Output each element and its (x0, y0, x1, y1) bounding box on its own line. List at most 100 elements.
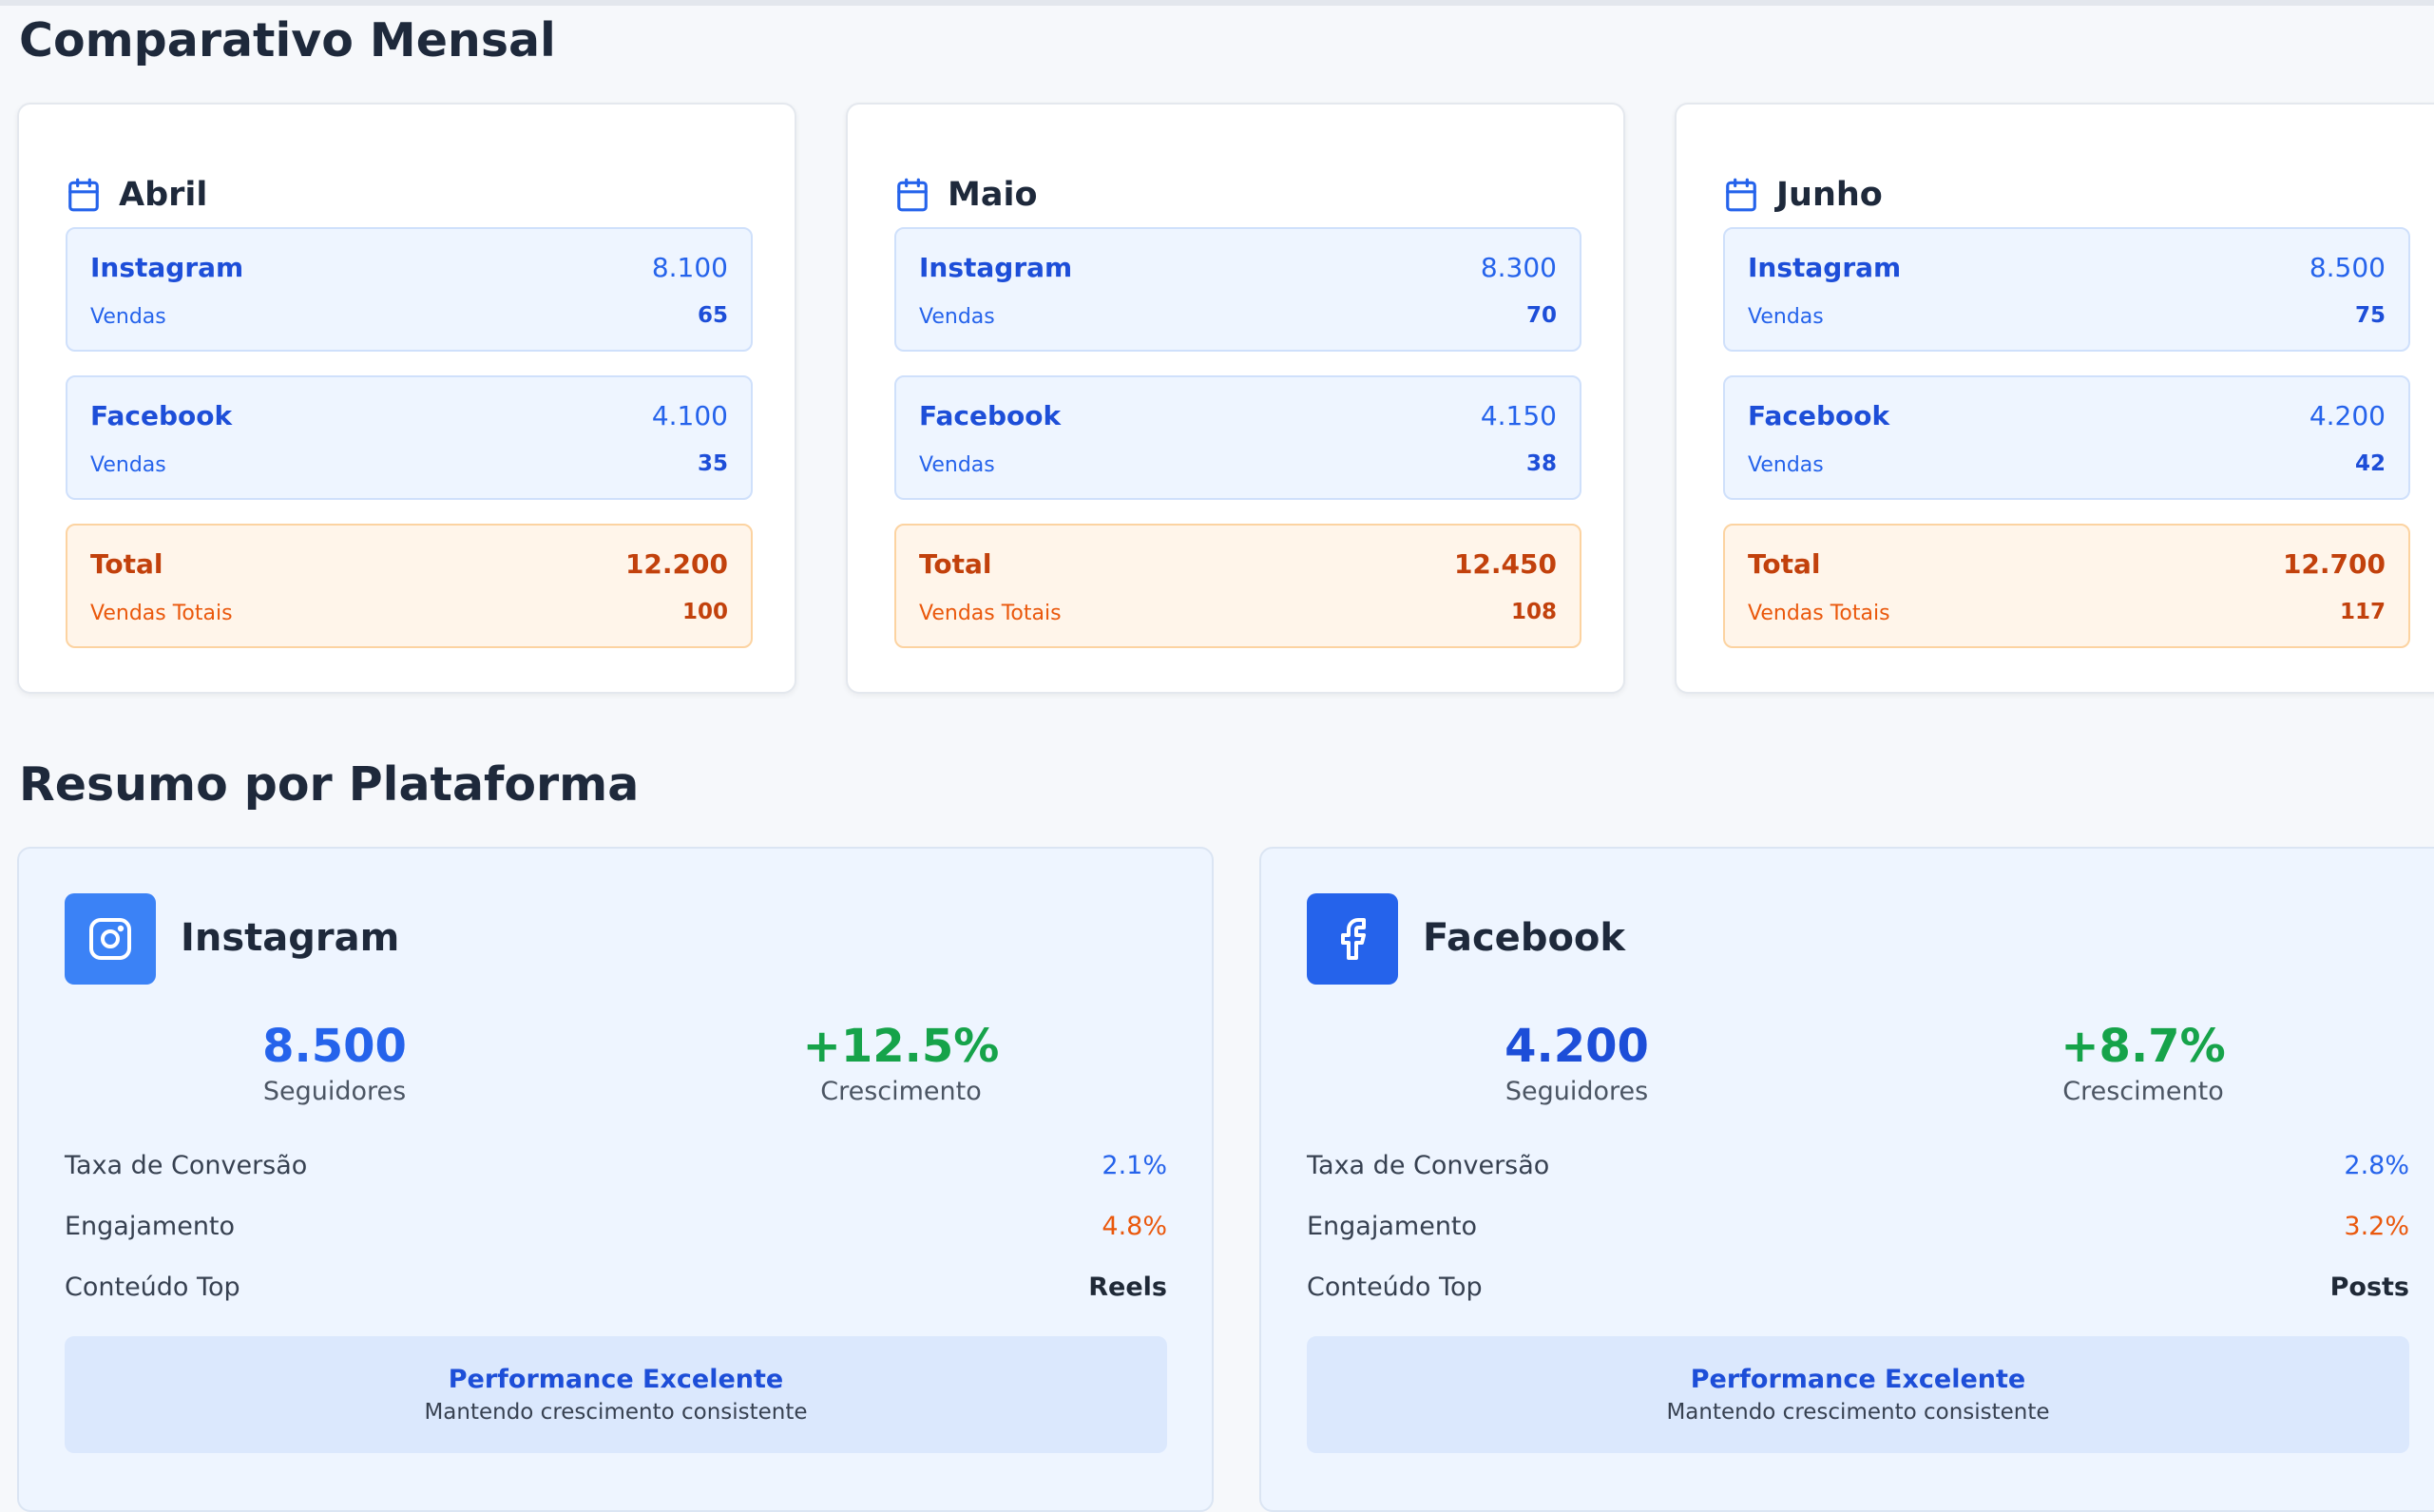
calendar-icon (68, 178, 99, 212)
growth-stat: +12.5% Crescimento (701, 1020, 1101, 1106)
total-label: Total (919, 548, 992, 580)
sales-label: Vendas (919, 453, 995, 477)
month-name: Abril (119, 176, 208, 214)
engagement-label: Engajamento (1307, 1212, 1478, 1241)
calendar-icon (897, 178, 928, 212)
platform-value: 4.150 (1480, 400, 1557, 431)
platform-label: Instagram (90, 252, 244, 283)
sales-value: 38 (1525, 451, 1557, 476)
followers-stat: 4.200 Seguidores (1377, 1020, 1776, 1106)
performance-title: Performance Excelente (1690, 1365, 2026, 1394)
platform-name: Facebook (1423, 916, 1626, 960)
sales-value: 65 (697, 303, 728, 328)
followers-label: Seguidores (262, 1077, 407, 1106)
month-name: Junho (1776, 176, 1883, 214)
total-row: Total 12.450 Vendas Totais 108 (894, 524, 1581, 648)
engagement-row: Engajamento 3.2% (1307, 1212, 2409, 1250)
engagement-row: Engajamento 4.8% (65, 1212, 1167, 1250)
growth-value: +12.5% (802, 1020, 1000, 1073)
engagement-value: 3.2% (2344, 1212, 2409, 1241)
engagement-value: 4.8% (1102, 1212, 1167, 1241)
instagram-row: Instagram 8.500 Vendas 75 (1723, 227, 2410, 352)
top-content-label: Conteúdo Top (65, 1273, 240, 1302)
followers-label: Seguidores (1504, 1077, 1649, 1106)
instagram-row: Instagram 8.300 Vendas 70 (894, 227, 1581, 352)
platform-name: Instagram (181, 916, 400, 960)
growth-value: +8.7% (2060, 1020, 2226, 1073)
total-sales-label: Vendas Totais (919, 602, 1062, 625)
total-value: 12.200 (624, 548, 728, 580)
platform-card-facebook: Facebook 4.200 Seguidores +8.7% Crescime… (1259, 847, 2434, 1512)
sales-label: Vendas (90, 453, 166, 477)
total-sales-label: Vendas Totais (1748, 602, 1890, 625)
performance-banner: Performance Excelente Mantendo crescimen… (1307, 1336, 2409, 1453)
total-label: Total (90, 548, 163, 580)
section-title-monthly: Comparativo Mensal (19, 13, 556, 67)
platform-label: Instagram (1748, 252, 1902, 283)
conversion-value: 2.8% (2344, 1151, 2409, 1180)
total-label: Total (1748, 548, 1821, 580)
followers-value: 8.500 (262, 1020, 407, 1073)
sales-label: Vendas (919, 305, 995, 329)
sales-label: Vendas (1748, 305, 1824, 329)
total-row: Total 12.700 Vendas Totais 117 (1723, 524, 2410, 648)
month-name: Maio (948, 176, 1038, 214)
instagram-row: Instagram 8.100 Vendas 65 (66, 227, 753, 352)
top-content-label: Conteúdo Top (1307, 1273, 1483, 1302)
total-value: 12.450 (1453, 548, 1557, 580)
growth-label: Crescimento (820, 1077, 982, 1106)
platform-value: 8.100 (651, 252, 728, 283)
section-title-platforms: Resumo por Plataforma (19, 757, 640, 812)
facebook-row: Facebook 4.200 Vendas 42 (1723, 375, 2410, 500)
performance-title: Performance Excelente (448, 1365, 784, 1394)
calendar-icon (1726, 178, 1756, 212)
conversion-row: Taxa de Conversão 2.1% (65, 1151, 1167, 1189)
sales-value: 75 (2354, 303, 2386, 328)
platform-label: Facebook (919, 400, 1062, 431)
top-divider (0, 0, 2434, 6)
facebook-row: Facebook 4.100 Vendas 35 (66, 375, 753, 500)
month-header: Maio (894, 157, 1038, 233)
month-card-june: Junho Instagram 8.500 Vendas 75 Facebook… (1675, 103, 2434, 694)
month-card-april: Abril Instagram 8.100 Vendas 65 Facebook… (17, 103, 796, 694)
platform-label: Facebook (90, 400, 233, 431)
month-card-may: Maio Instagram 8.300 Vendas 70 Facebook … (846, 103, 1625, 694)
instagram-icon (65, 893, 156, 985)
sales-value: 42 (2354, 451, 2386, 476)
followers-value: 4.200 (1504, 1020, 1649, 1073)
month-header: Junho (1723, 157, 1883, 233)
facebook-icon (1307, 893, 1398, 985)
top-content-row: Conteúdo Top Posts (1307, 1273, 2409, 1311)
month-header: Abril (66, 157, 207, 233)
performance-subtitle: Mantendo crescimento consistente (424, 1400, 808, 1425)
platform-value: 8.300 (1480, 252, 1557, 283)
platform-value: 8.500 (2309, 252, 2386, 283)
sales-label: Vendas (1748, 453, 1824, 477)
growth-label: Crescimento (2062, 1077, 2224, 1106)
conversion-row: Taxa de Conversão 2.8% (1307, 1151, 2409, 1189)
total-row: Total 12.200 Vendas Totais 100 (66, 524, 753, 648)
total-sales-label: Vendas Totais (90, 602, 233, 625)
total-value: 12.700 (2282, 548, 2386, 580)
total-sales-value: 100 (681, 600, 728, 624)
sales-label: Vendas (90, 305, 166, 329)
platform-card-instagram: Instagram 8.500 Seguidores +12.5% Cresci… (17, 847, 1214, 1512)
conversion-label: Taxa de Conversão (65, 1151, 308, 1180)
total-sales-value: 117 (2339, 600, 2386, 624)
growth-stat: +8.7% Crescimento (1944, 1020, 2343, 1106)
facebook-row: Facebook 4.150 Vendas 38 (894, 375, 1581, 500)
platform-value: 4.200 (2309, 400, 2386, 431)
sales-value: 35 (697, 451, 728, 476)
top-content-value: Reels (1088, 1273, 1167, 1302)
platform-label: Facebook (1748, 400, 1890, 431)
followers-stat: 8.500 Seguidores (135, 1020, 534, 1106)
sales-value: 70 (1525, 303, 1557, 328)
conversion-label: Taxa de Conversão (1307, 1151, 1550, 1180)
top-content-row: Conteúdo Top Reels (65, 1273, 1167, 1311)
conversion-value: 2.1% (1102, 1151, 1167, 1180)
engagement-label: Engajamento (65, 1212, 236, 1241)
performance-banner: Performance Excelente Mantendo crescimen… (65, 1336, 1167, 1453)
total-sales-value: 108 (1510, 600, 1557, 624)
top-content-value: Posts (2329, 1273, 2409, 1302)
platform-label: Instagram (919, 252, 1073, 283)
